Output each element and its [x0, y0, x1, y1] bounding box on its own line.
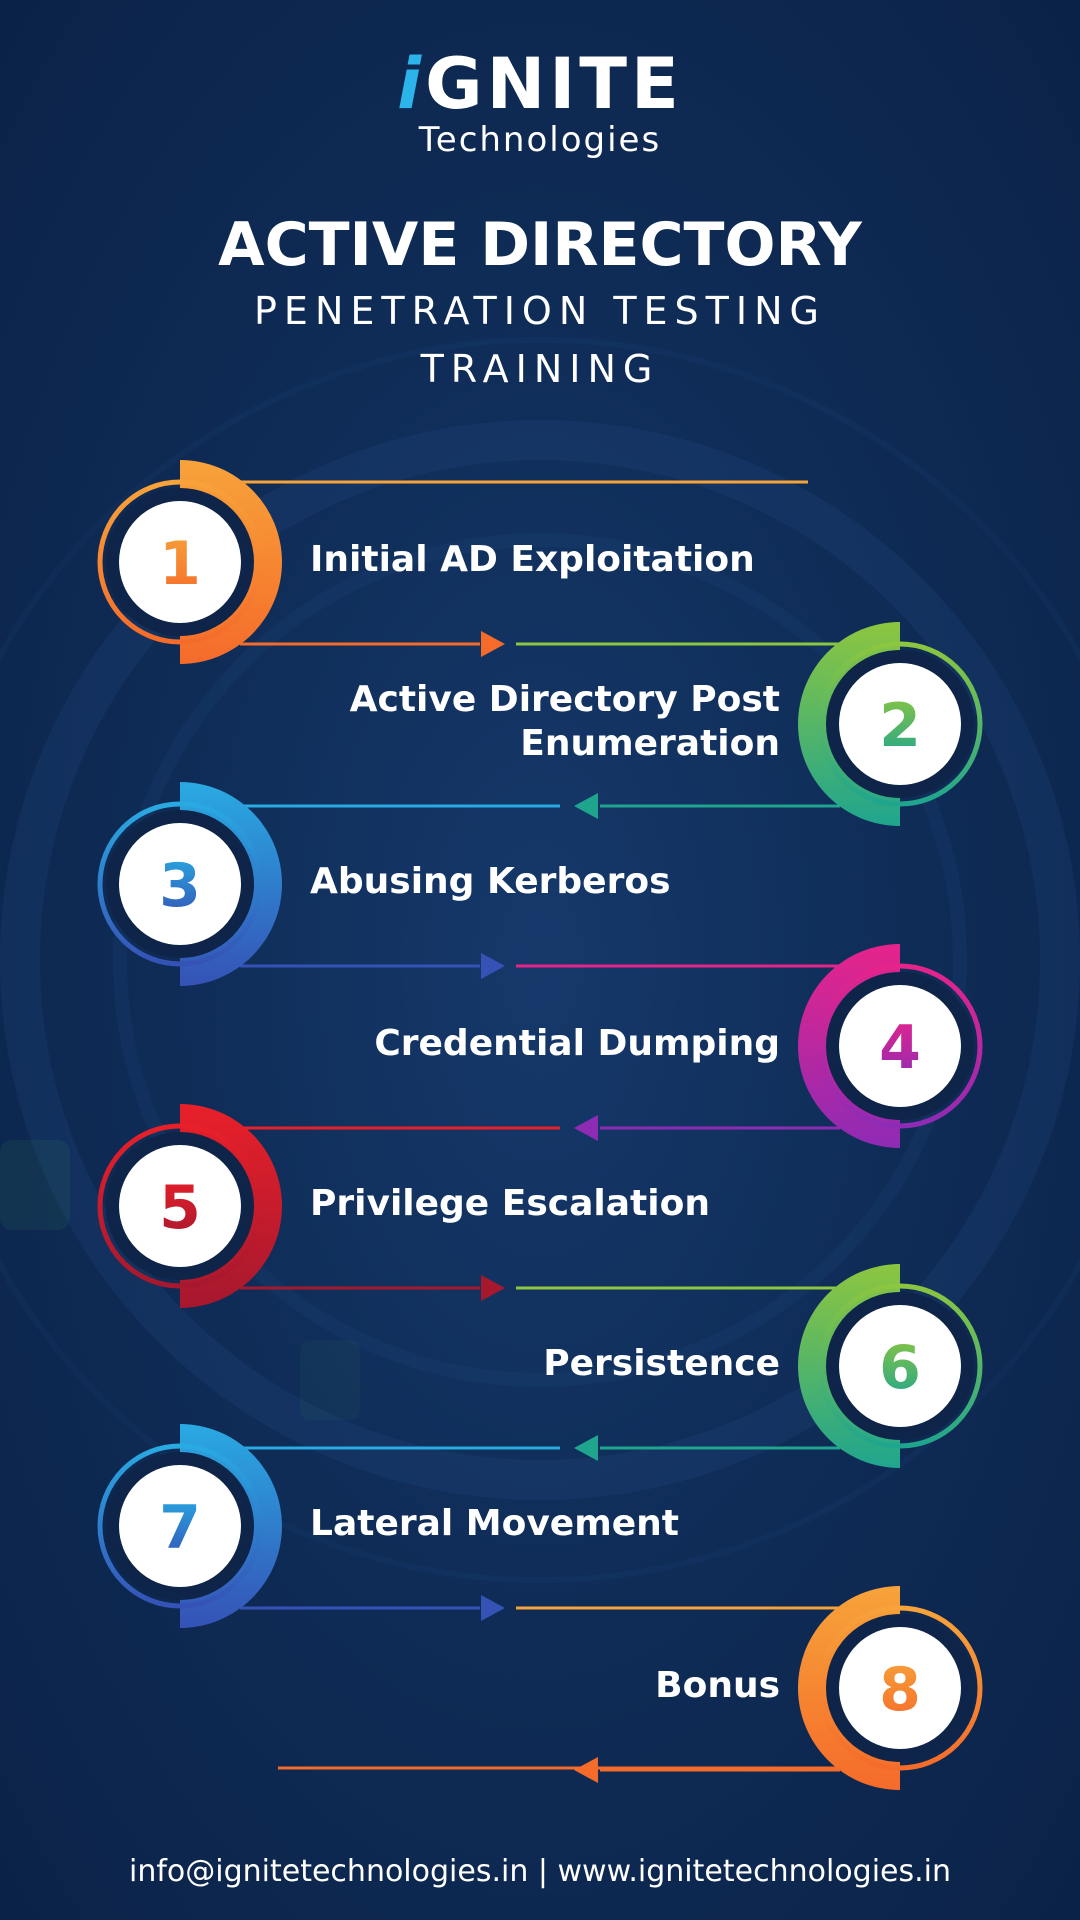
- step-5-arrow: [481, 1275, 505, 1301]
- step-5-number: 5: [159, 1173, 201, 1243]
- step-5-badge: 5: [97, 1104, 282, 1308]
- step-2-arrow: [574, 793, 598, 819]
- roadmap-graphic: 1 2 3 4 5 6 7 8: [97, 460, 983, 1790]
- step-8-arrow: [574, 1757, 598, 1783]
- step-2-badge: 2: [798, 622, 983, 826]
- step-4-badge: 4: [798, 944, 983, 1148]
- step-1-arrow: [481, 631, 505, 657]
- contact-footer: info@ignitetechnologies.in | www.ignitet…: [129, 1854, 951, 1889]
- step-8-number: 8: [879, 1655, 921, 1725]
- step-6-label: Persistence: [543, 1343, 780, 1384]
- step-4-number: 4: [879, 1013, 921, 1083]
- step-1-badge: 1: [97, 460, 282, 664]
- step-3-label: Abusing Kerberos: [310, 861, 671, 902]
- step-1-number: 1: [159, 529, 201, 599]
- step-6-badge: 6: [798, 1264, 983, 1468]
- step-7-arrow: [481, 1595, 505, 1621]
- step-8-label: Bonus: [655, 1665, 780, 1706]
- step-4-arrow: [574, 1115, 598, 1141]
- step-4-label: Credential Dumping: [374, 1023, 780, 1064]
- infographic-page: iGNITE Technologies ACTIVE DIRECTORY PEN…: [0, 0, 1080, 1920]
- step-3-number: 3: [159, 851, 201, 921]
- step-2-label: Active Directory Post Enumeration: [320, 678, 780, 766]
- step-6-arrow: [574, 1435, 598, 1461]
- step-2-label-line-2: Enumeration: [520, 723, 780, 764]
- step-2-label-line-1: Active Directory Post: [349, 679, 780, 720]
- step-8-badge: 8: [798, 1586, 983, 1790]
- step-5-label: Privilege Escalation: [310, 1183, 710, 1224]
- roadmap-badges: 1 2 3 4 5 6 7 8: [97, 460, 983, 1790]
- step-2-number: 2: [879, 691, 921, 761]
- step-3-badge: 3: [97, 782, 282, 986]
- step-6-number: 6: [879, 1333, 921, 1403]
- step-7-number: 7: [159, 1493, 201, 1563]
- step-3-arrow: [481, 953, 505, 979]
- step-7-label: Lateral Movement: [310, 1503, 679, 1544]
- step-1-label: Initial AD Exploitation: [310, 539, 755, 580]
- step-7-badge: 7: [97, 1424, 282, 1628]
